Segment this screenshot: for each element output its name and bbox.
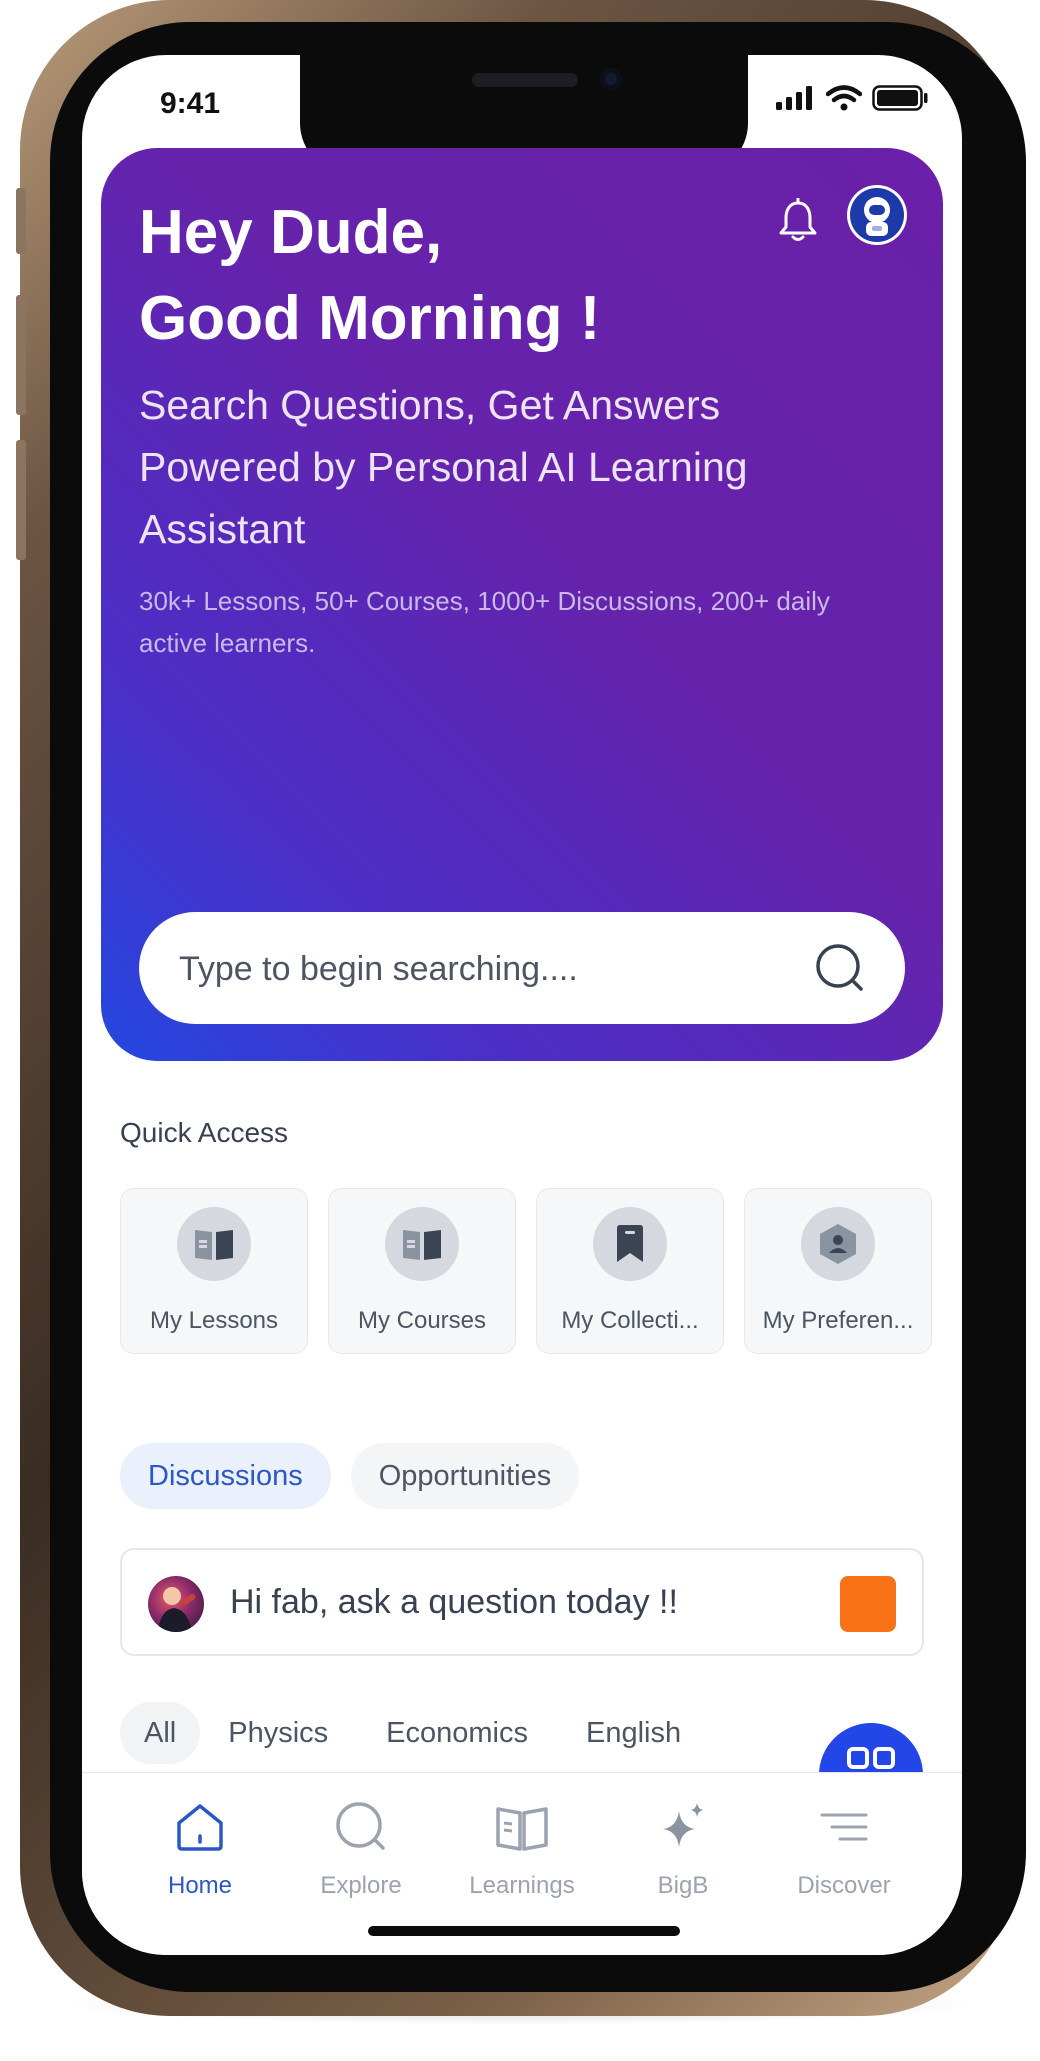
nav-label: Discover <box>797 1872 891 1899</box>
home-indicator[interactable] <box>368 1926 680 1936</box>
filter-economics[interactable]: Economics <box>362 1702 552 1764</box>
astronaut-icon <box>850 188 904 242</box>
open-book-icon <box>496 1807 548 1851</box>
earpiece-speaker <box>472 73 578 87</box>
quick-access-my-collections[interactable]: My Collecti... <box>536 1188 724 1354</box>
greeting-line-1: Hey Dude, <box>139 198 443 267</box>
quick-access-title: Quick Access <box>120 1117 289 1148</box>
quick-access-my-preferences[interactable]: My Preferen... <box>744 1188 932 1354</box>
search-icon <box>336 1802 385 1850</box>
profile-avatar[interactable] <box>847 185 907 245</box>
front-camera <box>600 68 622 90</box>
nav-label: Home <box>167 1872 233 1899</box>
nav-home[interactable]: Home <box>119 1801 281 1900</box>
volume-up-button <box>16 295 26 415</box>
filter-english[interactable]: English <box>562 1702 705 1764</box>
hero-stats: 30k+ Lessons, 50+ Courses, 1000+ Discuss… <box>139 586 830 658</box>
book-icon <box>385 1207 459 1281</box>
signal-icon <box>776 86 812 110</box>
nav-bigb[interactable]: BigB <box>602 1801 764 1900</box>
nav-learnings[interactable]: Learnings <box>441 1801 603 1900</box>
phone-screen: 9:41 Hey Dude, Good Morning ! Search Que… <box>82 55 962 1955</box>
wifi-icon <box>826 85 862 111</box>
nav-label: Learnings <box>469 1872 575 1899</box>
ask-prompt: Hi fab, ask a question today !! <box>230 1583 678 1621</box>
quick-access-my-courses[interactable]: My Courses <box>328 1188 516 1354</box>
status-time: 9:41 <box>160 87 221 120</box>
quick-access-label: My Preferen... <box>762 1307 914 1334</box>
search-bar <box>139 912 905 1026</box>
subject-filters: All Physics Economics English <box>120 1702 705 1764</box>
ask-submit-button[interactable] <box>840 1576 896 1632</box>
menu-lines-icon <box>820 1813 868 1841</box>
hero-subtitle: Search Questions, Get Answers Powered by… <box>139 382 748 552</box>
filter-all[interactable]: All <box>120 1702 201 1764</box>
tab-discussions[interactable]: Discussions <box>120 1443 331 1509</box>
bookmark-icon <box>593 1207 667 1281</box>
nav-explore[interactable]: Explore <box>280 1801 442 1900</box>
filter-physics[interactable]: Physics <box>204 1702 352 1764</box>
notification-bell-icon[interactable] <box>778 197 818 249</box>
volume-down-button <box>16 440 26 560</box>
ask-question-box[interactable]: Hi fab, ask a question today !! <box>120 1548 924 1656</box>
book-icon <box>177 1207 251 1281</box>
greeting: Hey Dude, Good Morning ! <box>139 190 600 362</box>
nav-label: Explore <box>320 1872 402 1899</box>
sparkle-icon <box>663 1803 703 1847</box>
user-hexagon-icon <box>801 1207 875 1281</box>
nav-discover[interactable]: Discover <box>763 1801 925 1900</box>
quick-access-label: My Lessons <box>149 1307 279 1334</box>
search-input[interactable] <box>177 912 781 1026</box>
tab-opportunities[interactable]: Opportunities <box>350 1443 580 1509</box>
quick-access-label: My Courses <box>357 1307 487 1334</box>
content-tabs: Discussions Opportunities <box>120 1443 580 1509</box>
greeting-line-2: Good Morning ! <box>139 284 601 353</box>
mute-switch <box>16 188 26 254</box>
user-avatar <box>148 1576 204 1632</box>
hero-banner: Hey Dude, Good Morning ! Search Question… <box>101 148 943 1061</box>
battery-icon <box>872 85 928 111</box>
quick-access-my-lessons[interactable]: My Lessons <box>120 1188 308 1354</box>
home-icon <box>177 1804 223 1851</box>
quick-access-label: My Collecti... <box>561 1307 699 1334</box>
search-icon[interactable] <box>813 942 869 996</box>
status-icons <box>776 85 928 111</box>
nav-label: BigB <box>657 1872 709 1899</box>
quick-access-list: My Lessons My Courses My Collecti... My … <box>120 1188 932 1354</box>
